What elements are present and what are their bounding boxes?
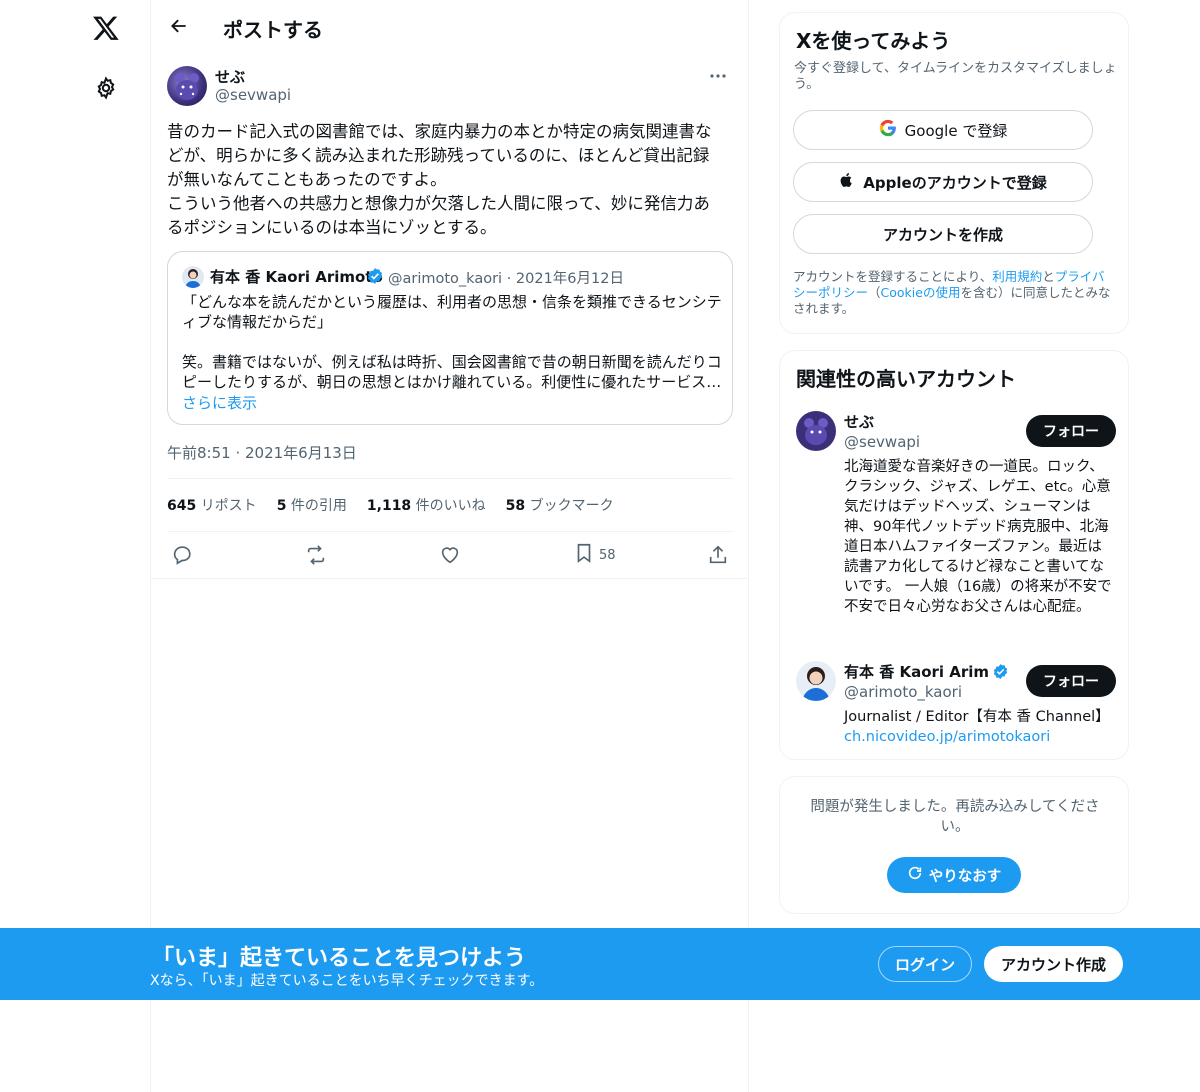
reposts-count: 645 <box>167 498 197 514</box>
likes-count: 1,118 <box>366 498 412 514</box>
quotes-label: 件の引用 <box>290 498 347 514</box>
quote-meta: @arimoto_kaori · 2021年6月12日 <box>388 271 624 287</box>
retry-label: やりなおす <box>928 868 1002 885</box>
retry-button[interactable]: やりなおす <box>887 857 1021 893</box>
verified-badge-icon <box>366 267 384 289</box>
settings-gear-icon[interactable] <box>88 70 124 106</box>
bookmark-icon <box>573 542 595 568</box>
legal-notice: アカウントを登録することにより、利用規約とプライバシーポリシー（Cookieの使… <box>793 269 1117 317</box>
tweet-text: 昔のカード記入式の図書館では、家庭内暴力の本とか特定の病気関連書な どが、明らか… <box>167 122 712 237</box>
error-message: 問題が発生しました。再読み込みしてください。 <box>810 799 1100 835</box>
more-options-icon[interactable] <box>703 66 733 86</box>
bookmarks-stat[interactable]: 58 ブックマーク <box>506 495 614 515</box>
google-signup-label: Google で登録 <box>904 121 1008 140</box>
show-more-link[interactable]: さらに表示 <box>182 392 257 413</box>
verified-badge-icon <box>992 663 1009 684</box>
signup-banner: 「いま」起きていることを見つけよう Xなら、「いま」起きていることをいち早くチェ… <box>0 928 1200 1000</box>
related-account-item[interactable]: 有本 香 Kaori Arimot @arimoto_kaori フォロー Jo… <box>796 661 1116 751</box>
related-account-item[interactable]: せぶ @sevwapi フォロー 北海道愛な音楽好きの一道民。ロック、クラシック… <box>796 411 1116 641</box>
reply-icon[interactable] <box>171 544 193 566</box>
back-arrow-icon[interactable] <box>163 10 195 42</box>
quotes-stat[interactable]: 5 件の引用 <box>277 495 347 515</box>
create-account-label: アカウントを作成 <box>882 225 1003 244</box>
related-accounts-card: 関連性の高いアカウント せぶ @sevwapi フォロー 北海道愛な音楽好きの一… <box>779 350 1129 760</box>
signup-card: Xを使ってみよう 今すぐ登録して、タイムラインをカスタマイズしましょう。 Goo… <box>779 12 1129 334</box>
banner-signup-button[interactable]: アカウント作成 <box>984 946 1123 982</box>
quote-text: 「どんな本を読んだかという履歴は、利用者の思想・信条を類推できるセンシテ ィブな… <box>182 293 722 391</box>
quote-author-name: 有本 香 Kaori Arimoto <box>210 268 383 286</box>
like-heart-icon[interactable] <box>439 544 461 566</box>
page-header: ポストする <box>151 0 749 53</box>
error-card: 問題が発生しました。再読み込みしてください。 やりなおす <box>779 776 1129 914</box>
bookmark-action[interactable]: 58 <box>573 542 616 568</box>
tweet-author: せぶ @sevwapi <box>167 64 733 108</box>
page-title: ポストする <box>223 18 323 42</box>
quoted-tweet[interactable]: 有本 香 Kaori Arimoto @arimoto_kaori · 2021… <box>167 251 733 425</box>
signup-card-subtitle: 今すぐ登録して、タイムラインをカスタマイズしましょう。 <box>794 61 1117 92</box>
reposts-label: リポスト <box>200 498 257 514</box>
apple-signup-button[interactable]: Appleのアカウントで登録 <box>793 162 1093 202</box>
tweet-stats: 645 リポスト 5 件の引用 1,118 件のいいね 58 ブックマーク <box>167 478 733 532</box>
bookmarks-count: 58 <box>505 498 526 514</box>
related-accounts-title: 関連性の高いアカウント <box>796 367 1016 391</box>
bookmark-action-count: 58 <box>599 547 616 563</box>
banner-subtitle: Xなら、「いま」起きていることをいち早くチェックできます。 <box>150 973 544 989</box>
quote-author-avatar <box>182 266 204 288</box>
account-bio: Journalist / Editor【有本 香 Channel】 ch.nic… <box>844 707 1116 747</box>
author-name[interactable]: せぶ <box>215 66 245 87</box>
tweet-actions: 58 <box>151 532 749 579</box>
tweet-timestamp[interactable]: 午前8:51 · 2021年6月13日 <box>167 442 357 463</box>
legal-paren-open: （ <box>868 285 881 300</box>
account-avatar[interactable] <box>796 661 836 701</box>
account-name[interactable]: せぶ <box>844 411 874 432</box>
account-handle[interactable]: @sevwapi <box>844 433 920 451</box>
signup-card-title: Xを使ってみよう <box>796 29 951 53</box>
account-bio-link[interactable]: ch.nicovideo.jp/arimotokaori <box>844 727 1116 747</box>
account-name[interactable]: 有本 香 Kaori Arimot <box>844 661 988 682</box>
apple-signup-label: Appleのアカウントで登録 <box>863 173 1047 192</box>
legal-and: と <box>1042 269 1055 284</box>
account-avatar[interactable] <box>796 411 836 451</box>
x-logo-icon[interactable] <box>86 8 126 48</box>
apple-icon <box>839 171 855 193</box>
likes-label: 件のいいね <box>415 498 486 514</box>
follow-button[interactable]: フォロー <box>1026 415 1116 447</box>
refresh-icon <box>907 865 923 885</box>
account-bio: 北海道愛な音楽好きの一道民。ロック、クラシック、ジャズ、レゲエ、etc。心意気だ… <box>844 459 1112 615</box>
repost-icon[interactable] <box>305 544 327 566</box>
banner-title: 「いま」起きていることを見つけよう <box>152 946 527 971</box>
account-handle[interactable]: @arimoto_kaori <box>844 683 962 701</box>
google-signup-button[interactable]: Google で登録 <box>793 110 1093 150</box>
reposts-stat[interactable]: 645 リポスト <box>167 495 257 515</box>
follow-button[interactable]: フォロー <box>1026 665 1116 697</box>
author-handle[interactable]: @sevwapi <box>215 86 291 104</box>
cookie-link[interactable]: Cookieの使用 <box>881 285 961 300</box>
login-button[interactable]: ログイン <box>878 946 972 982</box>
legal-prefix: アカウントを登録することにより、 <box>793 269 993 284</box>
account-bio-text: Journalist / Editor【有本 香 Channel】 <box>844 709 1110 725</box>
terms-link[interactable]: 利用規約 <box>992 269 1042 284</box>
share-icon[interactable] <box>707 544 729 566</box>
quotes-count: 5 <box>276 498 287 514</box>
author-avatar[interactable] <box>167 66 207 106</box>
create-account-button[interactable]: アカウントを作成 <box>793 214 1093 254</box>
bookmarks-label: ブックマーク <box>529 498 614 514</box>
likes-stat[interactable]: 1,118 件のいいね <box>367 495 486 515</box>
google-g-icon <box>879 119 897 141</box>
